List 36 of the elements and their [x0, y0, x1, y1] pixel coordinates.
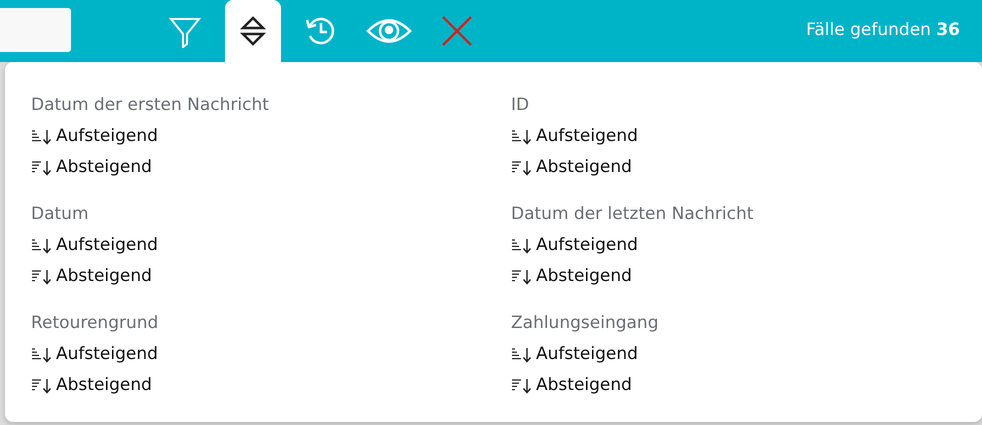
- sort-option[interactable]: Absteigend: [31, 370, 152, 401]
- sort-option[interactable]: Aufsteigend: [31, 230, 158, 261]
- search-field[interactable]: [0, 8, 71, 52]
- sort-icon: [238, 14, 268, 48]
- result-count: Fälle gefunden 36: [806, 19, 960, 42]
- sort-option[interactable]: Absteigend: [31, 261, 152, 292]
- sort-option[interactable]: Aufsteigend: [511, 230, 638, 261]
- sort-descending-icon: [31, 268, 52, 285]
- sort-option[interactable]: Absteigend: [31, 152, 152, 183]
- sort-ascending-icon: [31, 237, 52, 254]
- group-title: Datum: [31, 203, 89, 226]
- sort-option[interactable]: Aufsteigend: [511, 339, 638, 370]
- sort-descending-icon: [511, 159, 532, 176]
- sort-option[interactable]: Absteigend: [511, 370, 632, 401]
- sort-descending-icon: [511, 268, 532, 285]
- sort-option[interactable]: Aufsteigend: [511, 121, 638, 152]
- sort-option[interactable]: Absteigend: [511, 152, 632, 183]
- sort-ascending-icon: [31, 346, 52, 363]
- sort-ascending-icon: [511, 346, 532, 363]
- sort-ascending-icon: [511, 237, 532, 254]
- sort-ascending-icon: [31, 128, 52, 145]
- toolbar-tab[interactable]: [225, 0, 281, 62]
- sort-descending-icon: [31, 159, 52, 176]
- group-title: Retourengrund: [31, 312, 158, 335]
- group-title: Datum der letzten Nachricht: [511, 203, 754, 226]
- sort-option[interactable]: Absteigend: [511, 261, 632, 292]
- sort-descending-icon: [511, 377, 532, 394]
- group-title: ID: [511, 94, 530, 117]
- group-title: Zahlungseingang: [511, 312, 658, 335]
- sort-ascending-icon: [511, 128, 532, 145]
- sort-option[interactable]: Aufsteigend: [31, 121, 158, 152]
- eye-icon: [366, 16, 412, 46]
- sort-option[interactable]: Aufsteigend: [31, 339, 158, 370]
- close-icon: [441, 15, 473, 47]
- group-title: Datum der ersten Nachricht: [31, 94, 269, 117]
- sort-descending-icon: [31, 377, 52, 394]
